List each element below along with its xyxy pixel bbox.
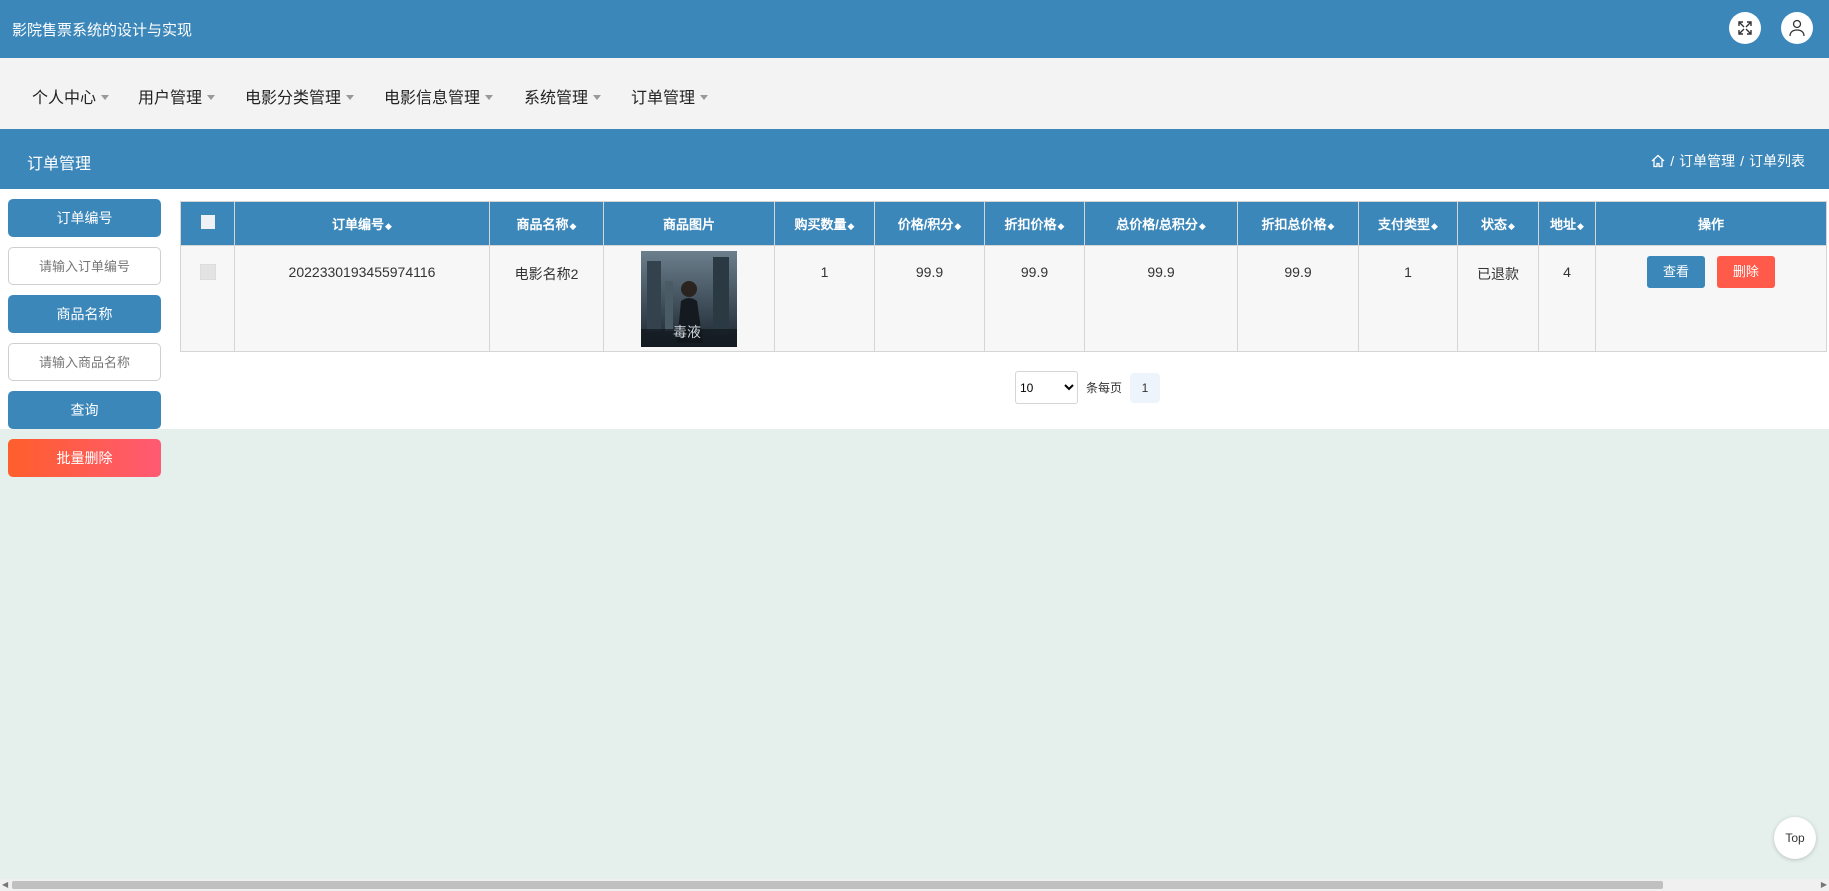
col-status[interactable]: 状态◆ xyxy=(1457,201,1539,246)
table-header-row: 订单编号◆ 商品名称◆ 商品图片 购买数量◆ 价格/积分◆ 折扣价格◆ 总价格/… xyxy=(180,201,1827,246)
col-actions: 操作 xyxy=(1595,201,1827,246)
product-name-cell: 电影名称2 xyxy=(514,266,579,282)
page-title: 订单管理 xyxy=(27,156,92,173)
sort-icon: ◆ xyxy=(385,221,392,231)
price-cell: 99.9 xyxy=(915,264,944,280)
col-product-image: 商品图片 xyxy=(603,201,775,246)
app-title: 影院售票系统的设计与实现 xyxy=(12,22,193,39)
quantity-cell: 1 xyxy=(820,264,829,280)
status-cell: 已退款 xyxy=(1477,266,1519,282)
sort-icon: ◆ xyxy=(954,221,962,231)
breadcrumb-orders[interactable]: 订单管理 xyxy=(1679,151,1735,171)
scrollbar-thumb[interactable] xyxy=(12,881,1663,889)
chevron-down-icon xyxy=(593,94,602,100)
row-checkbox[interactable] xyxy=(199,264,216,280)
nav-system[interactable]: 系统管理 xyxy=(524,84,602,108)
svg-text:毒液: 毒液 xyxy=(673,325,701,341)
nav-movie-category[interactable]: 电影分类管理 xyxy=(245,84,355,108)
product-image[interactable]: 毒液 xyxy=(641,251,737,347)
batch-delete-button[interactable]: 批量删除 xyxy=(8,439,161,477)
view-button[interactable]: 查看 xyxy=(1647,256,1706,288)
fullscreen-icon[interactable] xyxy=(1729,12,1761,44)
breadcrumb-order-list: 订单列表 xyxy=(1749,153,1805,169)
select-all-header xyxy=(180,201,235,246)
order-no-cell: 2022330193455974116 xyxy=(288,264,436,280)
order-no-input[interactable] xyxy=(8,247,161,285)
home-icon[interactable] xyxy=(1651,154,1665,168)
chevron-down-icon xyxy=(485,94,494,100)
total-price-cell: 99.9 xyxy=(1147,264,1175,280)
page-size-select[interactable]: 10 xyxy=(1015,371,1078,404)
nav-movie-info[interactable]: 电影信息管理 xyxy=(384,84,494,108)
nav-user-management[interactable]: 用户管理 xyxy=(138,84,216,108)
back-to-top-button[interactable]: Top xyxy=(1774,817,1816,859)
col-discount-total[interactable]: 折扣总价格◆ xyxy=(1237,201,1359,246)
main-nav: 个人中心 用户管理 电影分类管理 电影信息管理 系统管理 订单管理 xyxy=(0,58,1829,129)
sort-icon: ◆ xyxy=(1431,221,1438,231)
pagination: 10 条每页 1 xyxy=(1015,371,1161,404)
col-total-price[interactable]: 总价格/总积分◆ xyxy=(1084,201,1238,246)
table-row: 2022330193455974116 电影名称2 毒液 1 99.9 99.9 xyxy=(180,245,1827,352)
pay-type-cell: 1 xyxy=(1404,264,1412,280)
order-no-label: 订单编号 xyxy=(8,199,161,237)
product-name-input[interactable] xyxy=(8,343,161,381)
sort-icon: ◆ xyxy=(1327,221,1335,231)
orders-table: 订单编号◆ 商品名称◆ 商品图片 购买数量◆ 价格/积分◆ 折扣价格◆ 总价格/… xyxy=(180,201,1827,352)
scroll-right-icon[interactable]: ▶ xyxy=(1821,880,1827,889)
address-cell: 4 xyxy=(1563,264,1571,280)
page-number[interactable]: 1 xyxy=(1130,372,1161,403)
col-product-name[interactable]: 商品名称◆ xyxy=(489,201,604,246)
scroll-left-icon[interactable]: ◀ xyxy=(2,880,8,889)
sort-icon: ◆ xyxy=(1508,221,1515,231)
per-page-label: 条每页 xyxy=(1086,381,1123,395)
select-all-checkbox[interactable] xyxy=(200,215,215,229)
chevron-down-icon xyxy=(101,94,110,100)
discount-price-cell: 99.9 xyxy=(1020,264,1049,280)
sort-icon: ◆ xyxy=(1057,221,1065,231)
top-header: 影院售票系统的设计与实现 xyxy=(0,0,1829,58)
horizontal-scrollbar[interactable]: ◀ ▶ xyxy=(0,879,1829,891)
delete-button[interactable]: 删除 xyxy=(1716,256,1775,288)
query-button[interactable]: 查询 xyxy=(8,391,161,429)
sort-icon: ◆ xyxy=(847,221,855,231)
col-address[interactable]: 地址◆ xyxy=(1538,201,1596,246)
discount-total-cell: 99.9 xyxy=(1284,264,1312,280)
user-icon[interactable] xyxy=(1781,12,1813,44)
col-discount-price[interactable]: 折扣价格◆ xyxy=(984,201,1085,246)
col-quantity[interactable]: 购买数量◆ xyxy=(774,201,875,246)
product-name-label: 商品名称 xyxy=(8,295,161,333)
nav-orders[interactable]: 订单管理 xyxy=(631,84,709,108)
col-price[interactable]: 价格/积分◆ xyxy=(874,201,985,246)
col-pay-type[interactable]: 支付类型◆ xyxy=(1358,201,1458,246)
sort-icon: ◆ xyxy=(1577,221,1584,231)
sort-icon: ◆ xyxy=(569,221,577,231)
chevron-down-icon xyxy=(700,94,709,100)
chevron-down-icon xyxy=(207,94,216,100)
col-order-no[interactable]: 订单编号◆ xyxy=(234,201,490,246)
breadcrumb: / 订单管理 / 订单列表 xyxy=(1651,151,1805,171)
chevron-down-icon xyxy=(346,94,355,100)
page-header: 订单管理 / 订单管理 / 订单列表 xyxy=(0,129,1829,189)
nav-personal-center[interactable]: 个人中心 xyxy=(32,84,110,108)
sort-icon: ◆ xyxy=(1198,221,1206,231)
